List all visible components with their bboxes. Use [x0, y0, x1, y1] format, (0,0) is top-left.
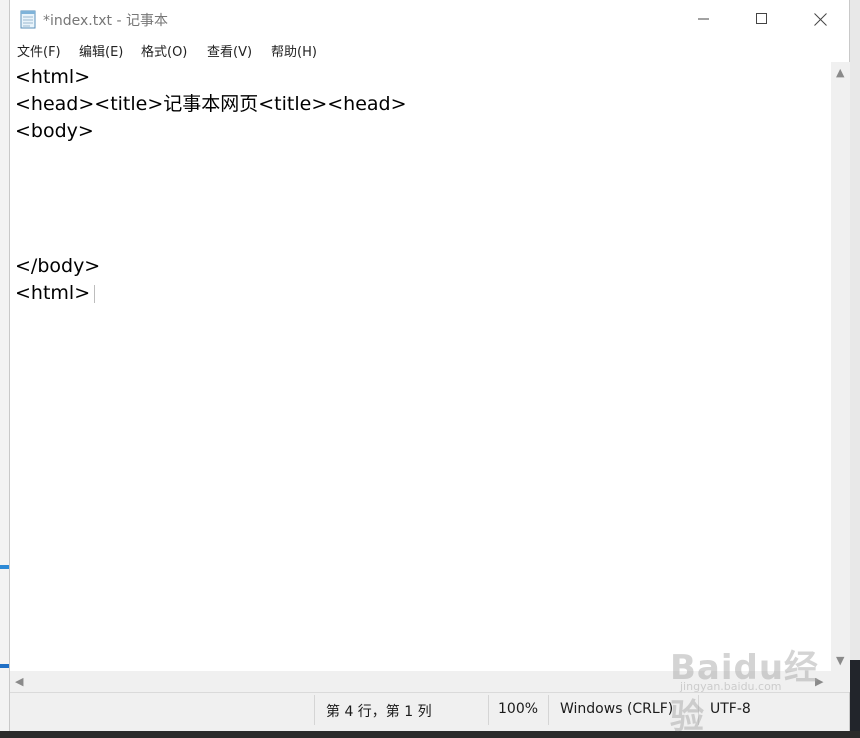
minimize-button[interactable] [675, 0, 733, 38]
editor-line: <head><title>记事本网页<title><head> [15, 93, 407, 115]
baidu-watermark: Baidu经验 jingyan.baidu.com [670, 640, 849, 738]
editor-line: <body> [15, 120, 94, 142]
menu-help[interactable]: 帮助(H) [271, 41, 317, 60]
scroll-up-icon[interactable]: ▲ [836, 66, 844, 79]
desktop-taskbar-fragment [850, 660, 860, 731]
status-divider [314, 695, 315, 725]
status-zoom: 100% [498, 701, 539, 717]
notepad-icon [20, 9, 37, 29]
editor-line: <html> [15, 282, 91, 304]
maximize-icon [756, 13, 767, 24]
status-divider [488, 695, 489, 725]
title-bar[interactable]: *index.txt - 记事本 [10, 0, 849, 38]
menu-edit[interactable]: 编辑(E) [79, 41, 123, 60]
status-divider [548, 695, 549, 725]
status-line-ending: Windows (CRLF) [560, 701, 674, 717]
maximize-button[interactable] [733, 0, 791, 38]
window-title: *index.txt - 记事本 [43, 13, 168, 29]
text-editor[interactable]: <html> <head><title>记事本网页<title><head> <… [10, 62, 830, 671]
minimize-icon [698, 18, 709, 20]
close-button[interactable] [791, 0, 849, 38]
text-caret [94, 285, 95, 303]
scroll-left-icon[interactable]: ◀ [15, 675, 23, 688]
status-cursor-position: 第 4 行，第 1 列 [326, 704, 432, 720]
editor-line: <html> [15, 66, 91, 88]
menu-format[interactable]: 格式(O) [141, 41, 187, 60]
menu-view[interactable]: 查看(V) [207, 41, 252, 60]
notepad-window: *index.txt - 记事本 文件(F) 编辑(E) 格式(O) 查看(V)… [9, 0, 850, 737]
vertical-scrollbar[interactable]: ▲ ▼ [831, 62, 850, 671]
watermark-url: jingyan.baidu.com [680, 680, 782, 693]
menu-bar: 文件(F) 编辑(E) 格式(O) 查看(V) 帮助(H) [10, 38, 849, 62]
close-icon [813, 12, 827, 26]
editor-line: </body> [15, 255, 101, 277]
desktop-background-right [850, 0, 860, 731]
menu-file[interactable]: 文件(F) [17, 41, 61, 60]
